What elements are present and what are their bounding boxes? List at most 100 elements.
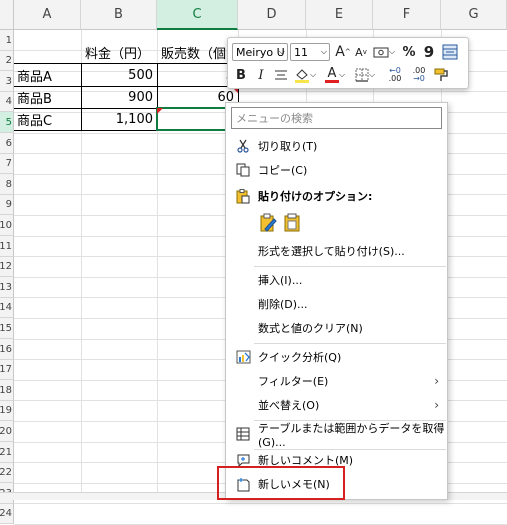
menu-item-delete[interactable]: 削除(D)... <box>226 292 447 316</box>
row-header-19[interactable]: 19 <box>0 401 14 421</box>
font-color-button[interactable]: A ⌵ <box>322 65 348 85</box>
decrease-font-size-button[interactable]: Av <box>352 42 370 62</box>
paste-icon <box>284 213 300 232</box>
borders-button[interactable]: ⌵ <box>352 65 378 85</box>
cell-b4[interactable]: 900 <box>82 87 157 108</box>
row-header-4[interactable]: 4 <box>0 92 14 112</box>
cell-c3[interactable]: 5 <box>158 64 238 86</box>
row-header-6[interactable]: 6 <box>0 133 14 154</box>
paste-formatting-button[interactable] <box>257 211 279 235</box>
cell-b5[interactable]: 1,100 <box>82 109 157 130</box>
menu-separator <box>254 343 446 344</box>
row-header-20[interactable]: 20 <box>0 421 14 442</box>
chevron-down-icon: ⌵ <box>338 70 346 79</box>
row-header-8[interactable]: 8 <box>0 174 14 195</box>
format-painter-button[interactable] <box>432 65 450 85</box>
comment-indicator-c5 <box>157 108 163 114</box>
chevron-down-icon: ⌵ <box>278 47 285 56</box>
chevron-right-icon: › <box>434 398 439 412</box>
row-header-18[interactable]: 18 <box>0 380 14 401</box>
menu-item-copy[interactable]: コピー(C) <box>226 158 447 182</box>
decrease-decimal-button[interactable]: .00 →0 <box>408 65 430 85</box>
scissors-icon <box>235 138 251 154</box>
cell-b3[interactable]: 500 <box>82 64 157 86</box>
cell-a5[interactable]: 商品C <box>14 109 81 130</box>
row-header-5[interactable]: 5 <box>0 112 14 133</box>
shrink-font-icon: A <box>355 45 363 59</box>
format-painter-icon <box>434 68 448 81</box>
font-size-value: 11 <box>294 45 308 59</box>
menu-item-filter[interactable]: フィルター(E) › <box>226 369 447 393</box>
table-border-row <box>14 130 81 131</box>
row-header-21[interactable]: 21 <box>0 442 14 463</box>
context-menu: メニューの検索 切り取り(T) コピー(C) 貼り付けのオプション: 形式を選択… <box>225 102 448 500</box>
menu-search-input[interactable]: メニューの検索 <box>231 107 442 129</box>
column-header-a[interactable]: A <box>14 0 81 30</box>
menu-item-paste-options: 貼り付けのオプション: <box>226 184 447 208</box>
chevron-down-icon: ⌵ <box>320 47 327 56</box>
menu-item-sort[interactable]: 並べ替え(O) › <box>226 393 447 417</box>
cell-b2[interactable]: 料金（円） <box>82 41 157 63</box>
font-name-dropdown[interactable]: Meiryo U ⌵ <box>232 43 288 61</box>
row-header-16[interactable]: 16 <box>0 339 14 360</box>
cell-a3[interactable]: 商品A <box>14 64 81 86</box>
cell-a4[interactable]: 商品B <box>14 87 81 108</box>
paint-bucket-icon <box>294 69 309 83</box>
font-name-value: Meiryo U <box>236 45 285 59</box>
menu-separator <box>254 266 446 267</box>
row-header-1[interactable]: 1 <box>0 30 14 51</box>
menu-item-paste-special[interactable]: 形式を選択して貼り付け(S)... <box>226 239 447 263</box>
accounting-format-button[interactable]: ⌵ <box>371 42 397 62</box>
merge-center-icon <box>442 44 458 60</box>
grow-font-icon: A <box>335 44 345 60</box>
menu-item-clear-contents[interactable]: 数式と値のクリア(N) <box>226 316 447 340</box>
gridline <box>14 503 507 504</box>
row-header-12[interactable]: 12 <box>0 257 14 277</box>
select-all-corner[interactable] <box>0 0 14 30</box>
row-header-11[interactable]: 11 <box>0 236 14 257</box>
mini-toolbar: Meiryo U ⌵ 11 ⌵ A ^ Av ⌵ % 9 B I ⌵ A ⌵ ⌵ … <box>227 37 469 89</box>
column-header-e[interactable]: E <box>306 0 373 30</box>
chevron-down-icon: ⌵ <box>368 70 376 79</box>
comma-style-button[interactable]: 9 <box>420 42 438 62</box>
row-header-13[interactable]: 13 <box>0 277 14 298</box>
fill-color-button[interactable]: ⌵ <box>292 65 318 85</box>
chevron-down-icon: ⌵ <box>309 70 317 79</box>
row-header-10[interactable]: 10 <box>0 215 14 236</box>
row-header-15[interactable]: 15 <box>0 318 14 339</box>
bold-button[interactable]: B <box>232 65 250 85</box>
row-header-14[interactable]: 14 <box>0 298 14 318</box>
align-center-button[interactable] <box>272 65 290 85</box>
menu-item-get-data[interactable]: テーブルまたは範囲からデータを取得(G)... <box>226 422 447 449</box>
column-header-b[interactable]: B <box>81 0 157 30</box>
menu-item-cut[interactable]: 切り取り(T) <box>226 134 447 158</box>
font-size-dropdown[interactable]: 11 ⌵ <box>290 43 330 61</box>
accounting-format-icon <box>373 47 389 58</box>
copy-icon <box>235 162 251 178</box>
highlight-box <box>217 466 345 500</box>
row-header-22[interactable]: 22 <box>0 463 14 483</box>
merge-center-button[interactable] <box>441 42 459 62</box>
increase-font-size-button[interactable]: A ^ <box>334 42 352 62</box>
quick-analysis-icon <box>235 349 251 365</box>
row-header-3[interactable]: 3 <box>0 71 14 92</box>
column-header-d[interactable]: D <box>238 0 306 30</box>
row-header-24[interactable]: 24 <box>0 504 14 524</box>
row-header-17[interactable]: 17 <box>0 360 14 380</box>
column-header-f[interactable]: F <box>373 0 441 30</box>
italic-button[interactable]: I <box>252 65 270 85</box>
menu-item-insert[interactable]: 挿入(I)... <box>226 268 447 292</box>
row-header-7[interactable]: 7 <box>0 154 14 174</box>
cell-c2[interactable]: 販売数（個 <box>158 41 230 63</box>
menu-item-quick-analysis[interactable]: クイック分析(Q) <box>226 345 447 369</box>
row-header-2[interactable]: 2 <box>0 51 14 71</box>
table-icon <box>235 426 251 442</box>
paste-formatting-icon <box>260 213 277 232</box>
column-header-c[interactable]: C <box>157 0 238 30</box>
paste-button[interactable] <box>281 211 303 235</box>
row-header-9[interactable]: 9 <box>0 195 14 215</box>
percent-style-button[interactable]: % <box>400 42 418 62</box>
column-header-g[interactable]: G <box>441 0 507 30</box>
increase-decimal-button[interactable]: ←0 .00 <box>384 65 406 85</box>
font-color-icon: A <box>324 67 339 83</box>
